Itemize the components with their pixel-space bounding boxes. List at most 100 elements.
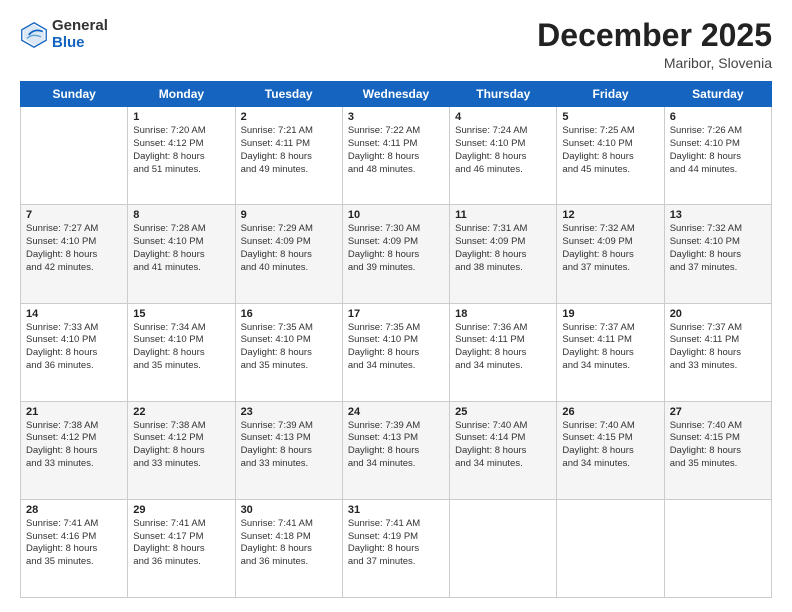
logo-text: General Blue [52,18,108,51]
calendar-cell: 2 Sunrise: 7:21 AMSunset: 4:11 PMDaylight… [235,107,342,205]
calendar-cell: 5 Sunrise: 7:25 AMSunset: 4:10 PMDaylight… [557,107,664,205]
month-title: December 2025 [537,18,772,53]
calendar-cell: 24 Sunrise: 7:39 AMSunset: 4:13 PMDayligh… [342,401,449,499]
page: General Blue December 2025 Maribor, Slov… [0,0,792,612]
calendar-cell: 21 Sunrise: 7:38 AMSunset: 4:12 PMDayligh… [21,401,128,499]
col-header-monday: Monday [128,82,235,107]
day-info: Sunrise: 7:20 AMSunset: 4:12 PMDaylight:… [133,125,229,176]
calendar-cell: 30Sunrise: 7:41 AMSunset: 4:18 PMDayligh… [235,499,342,597]
logo-icon [20,21,48,49]
logo: General Blue [20,18,108,51]
calendar-cell: 8 Sunrise: 7:28 AMSunset: 4:10 PMDaylight… [128,205,235,303]
day-number: 25 [455,406,551,418]
calendar-cell [450,499,557,597]
day-info: Sunrise: 7:39 AMSunset: 4:13 PMDaylight:… [241,420,337,471]
day-info: Sunrise: 7:35 AMSunset: 4:10 PMDaylight:… [348,322,444,373]
day-number: 30 [241,504,337,516]
day-number: 13 [670,209,766,221]
day-number: 12 [562,209,658,221]
calendar-cell: 14 Sunrise: 7:33 AMSunset: 4:10 PMDayligh… [21,303,128,401]
calendar-cell: 12 Sunrise: 7:32 AMSunset: 4:09 PMDayligh… [557,205,664,303]
calendar-cell: 19 Sunrise: 7:37 AMSunset: 4:11 PMDayligh… [557,303,664,401]
day-number: 2 [241,111,337,123]
calendar-cell: 11 Sunrise: 7:31 AMSunset: 4:09 PMDayligh… [450,205,557,303]
calendar-cell: 1 Sunrise: 7:20 AMSunset: 4:12 PMDaylight… [128,107,235,205]
day-info: Sunrise: 7:40 AMSunset: 4:15 PMDaylight:… [670,420,766,471]
day-number: 20 [670,308,766,320]
title-block: December 2025 Maribor, Slovenia [537,18,772,71]
calendar-cell: 15 Sunrise: 7:34 AMSunset: 4:10 PMDayligh… [128,303,235,401]
day-number: 15 [133,308,229,320]
logo-general: General [52,18,108,35]
day-info: Sunrise: 7:32 AMSunset: 4:09 PMDaylight:… [562,223,658,274]
day-info: Sunrise: 7:37 AMSunset: 4:11 PMDaylight:… [670,322,766,373]
calendar-header-row: SundayMondayTuesdayWednesdayThursdayFrid… [21,82,772,107]
calendar-week-4: 21 Sunrise: 7:38 AMSunset: 4:12 PMDayligh… [21,401,772,499]
calendar-week-1: 1 Sunrise: 7:20 AMSunset: 4:12 PMDaylight… [21,107,772,205]
day-number: 28 [26,504,122,516]
day-number: 24 [348,406,444,418]
day-number: 27 [670,406,766,418]
day-number: 6 [670,111,766,123]
day-info: Sunrise: 7:36 AMSunset: 4:11 PMDaylight:… [455,322,551,373]
day-info: Sunrise: 7:27 AMSunset: 4:10 PMDaylight:… [26,223,122,274]
day-info: Sunrise: 7:34 AMSunset: 4:10 PMDaylight:… [133,322,229,373]
day-info: Sunrise: 7:25 AMSunset: 4:10 PMDaylight:… [562,125,658,176]
day-info: Sunrise: 7:31 AMSunset: 4:09 PMDaylight:… [455,223,551,274]
day-info: Sunrise: 7:40 AMSunset: 4:15 PMDaylight:… [562,420,658,471]
day-number: 8 [133,209,229,221]
day-info: Sunrise: 7:38 AMSunset: 4:12 PMDaylight:… [26,420,122,471]
day-number: 4 [455,111,551,123]
day-info: Sunrise: 7:22 AMSunset: 4:11 PMDaylight:… [348,125,444,176]
day-info: Sunrise: 7:24 AMSunset: 4:10 PMDaylight:… [455,125,551,176]
calendar-cell: 16Sunrise: 7:35 AMSunset: 4:10 PMDayligh… [235,303,342,401]
calendar: SundayMondayTuesdayWednesdayThursdayFrid… [20,81,772,598]
day-number: 10 [348,209,444,221]
calendar-cell [664,499,771,597]
day-info: Sunrise: 7:39 AMSunset: 4:13 PMDaylight:… [348,420,444,471]
day-info: Sunrise: 7:21 AMSunset: 4:11 PMDaylight:… [241,125,337,176]
calendar-cell: 31Sunrise: 7:41 AMSunset: 4:19 PMDayligh… [342,499,449,597]
calendar-cell: 18 Sunrise: 7:36 AMSunset: 4:11 PMDayligh… [450,303,557,401]
calendar-cell: 17 Sunrise: 7:35 AMSunset: 4:10 PMDayligh… [342,303,449,401]
day-number: 5 [562,111,658,123]
calendar-cell [21,107,128,205]
day-info: Sunrise: 7:33 AMSunset: 4:10 PMDaylight:… [26,322,122,373]
day-number: 21 [26,406,122,418]
calendar-cell: 26 Sunrise: 7:40 AMSunset: 4:15 PMDayligh… [557,401,664,499]
day-info: Sunrise: 7:37 AMSunset: 4:11 PMDaylight:… [562,322,658,373]
day-number: 19 [562,308,658,320]
day-number: 3 [348,111,444,123]
calendar-cell: 9Sunrise: 7:29 AMSunset: 4:09 PMDaylight… [235,205,342,303]
col-header-friday: Friday [557,82,664,107]
location: Maribor, Slovenia [537,55,772,71]
day-number: 17 [348,308,444,320]
day-number: 26 [562,406,658,418]
day-number: 7 [26,209,122,221]
day-info: Sunrise: 7:26 AMSunset: 4:10 PMDaylight:… [670,125,766,176]
col-header-tuesday: Tuesday [235,82,342,107]
col-header-wednesday: Wednesday [342,82,449,107]
day-info: Sunrise: 7:38 AMSunset: 4:12 PMDaylight:… [133,420,229,471]
calendar-cell [557,499,664,597]
day-number: 22 [133,406,229,418]
day-info: Sunrise: 7:28 AMSunset: 4:10 PMDaylight:… [133,223,229,274]
day-info: Sunrise: 7:32 AMSunset: 4:10 PMDaylight:… [670,223,766,274]
calendar-cell: 22 Sunrise: 7:38 AMSunset: 4:12 PMDayligh… [128,401,235,499]
col-header-sunday: Sunday [21,82,128,107]
logo-blue: Blue [52,35,108,52]
day-number: 31 [348,504,444,516]
day-number: 1 [133,111,229,123]
day-number: 16 [241,308,337,320]
calendar-cell: 20 Sunrise: 7:37 AMSunset: 4:11 PMDayligh… [664,303,771,401]
day-number: 14 [26,308,122,320]
day-info: Sunrise: 7:41 AMSunset: 4:17 PMDaylight:… [133,518,229,569]
day-info: Sunrise: 7:40 AMSunset: 4:14 PMDaylight:… [455,420,551,471]
calendar-cell: 13 Sunrise: 7:32 AMSunset: 4:10 PMDayligh… [664,205,771,303]
day-info: Sunrise: 7:41 AMSunset: 4:16 PMDaylight:… [26,518,122,569]
day-number: 11 [455,209,551,221]
calendar-cell: 7 Sunrise: 7:27 AMSunset: 4:10 PMDaylight… [21,205,128,303]
day-number: 18 [455,308,551,320]
calendar-cell: 4 Sunrise: 7:24 AMSunset: 4:10 PMDaylight… [450,107,557,205]
calendar-cell: 25 Sunrise: 7:40 AMSunset: 4:14 PMDayligh… [450,401,557,499]
